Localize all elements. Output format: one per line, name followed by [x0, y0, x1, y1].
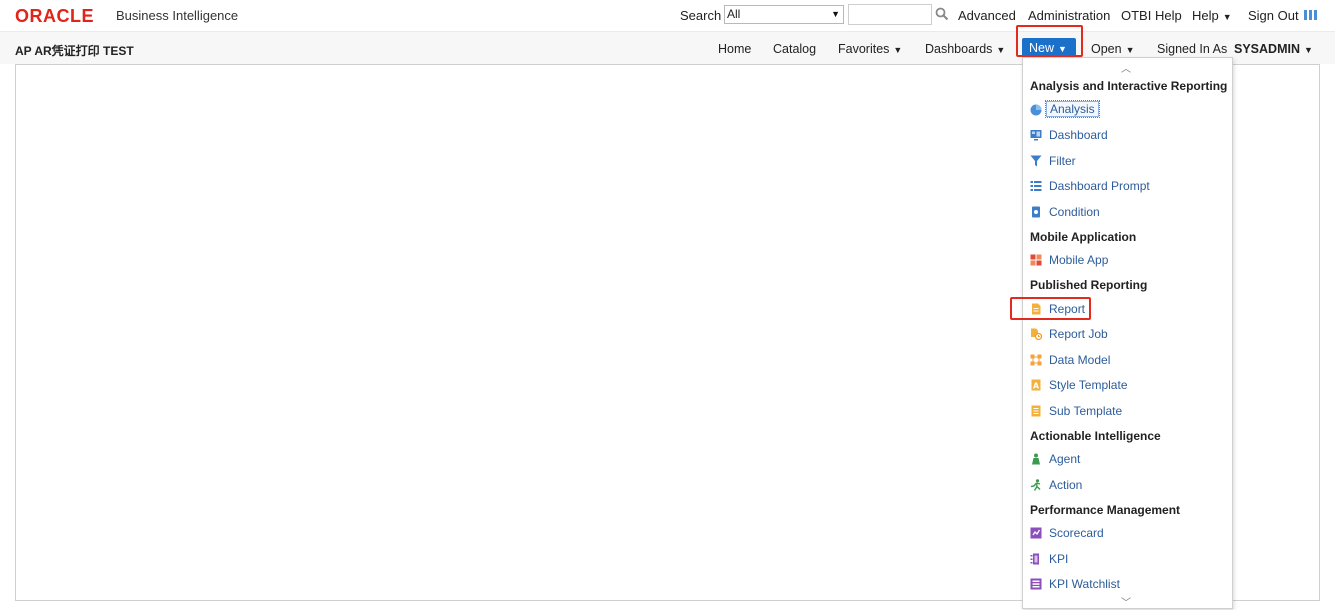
- menu-item-label: Analysis: [1045, 100, 1100, 118]
- new-dropdown-menu: ︿ Analysis and Interactive Reporting Ana…: [1022, 57, 1233, 609]
- menu-item-label: Report Job: [1049, 327, 1108, 341]
- search-input[interactable]: [848, 4, 932, 25]
- search-label: Search: [680, 8, 722, 23]
- user-menu[interactable]: SYSADMIN ▼: [1234, 42, 1313, 56]
- menu-item-label: Mobile App: [1049, 253, 1109, 267]
- scroll-up-icon[interactable]: ︿: [1121, 60, 1131, 75]
- section-mobile: Mobile Application: [1030, 230, 1137, 244]
- search-scope-value: All: [727, 7, 741, 21]
- open-label: Open: [1091, 42, 1122, 56]
- user-name: SYSADMIN: [1234, 42, 1300, 56]
- menu-item-label: Sub Template: [1049, 404, 1123, 418]
- advanced-link[interactable]: Advanced: [958, 8, 1016, 23]
- kpi-watchlist-icon: [1030, 578, 1042, 590]
- catalog-link[interactable]: Catalog: [773, 42, 816, 56]
- dashboard-icon: [1030, 130, 1042, 141]
- menu-item-label: Dashboard: [1049, 128, 1108, 142]
- favorites-label: Favorites: [838, 42, 890, 56]
- menu-item-label: Agent: [1049, 452, 1081, 466]
- new-button-highlight: [1016, 25, 1083, 57]
- style-template-icon: A: [1031, 379, 1041, 391]
- oracle-logo[interactable]: ORACLE: [15, 6, 94, 27]
- sign-out-link[interactable]: Sign Out: [1248, 8, 1299, 23]
- caret-down-icon: ▼: [1303, 45, 1313, 55]
- page-title: AP AR凭证打印 TEST: [15, 44, 134, 58]
- data-model-icon: [1030, 354, 1042, 366]
- menu-item-label: KPI: [1049, 552, 1069, 566]
- menu-item-label: Scorecard: [1049, 526, 1104, 540]
- global-header: ORACLE Business Intelligence Search All …: [0, 0, 1335, 31]
- search-icon[interactable]: [935, 7, 949, 21]
- agent-icon: [1032, 453, 1040, 465]
- section-performance-management: Performance Management: [1030, 503, 1181, 517]
- section-actionable-intelligence: Actionable Intelligence: [1030, 429, 1161, 443]
- search-scope-select[interactable]: All ▼: [724, 5, 844, 24]
- chevron-down-icon: ▼: [831, 9, 840, 19]
- otbi-help-link[interactable]: OTBI Help: [1121, 8, 1182, 23]
- caret-down-icon: ▼: [1125, 45, 1135, 55]
- dashboards-menu[interactable]: Dashboards ▼: [925, 42, 1005, 56]
- kpi-icon: [1030, 553, 1039, 565]
- filter-icon: [1030, 155, 1042, 167]
- report-job-icon: [1031, 328, 1042, 340]
- help-label: Help: [1192, 8, 1219, 23]
- scroll-down-icon[interactable]: ﹀: [1121, 594, 1131, 609]
- svg-text:A: A: [1033, 382, 1040, 391]
- signed-in-label: Signed In As: [1157, 42, 1228, 56]
- mobile-app-icon: [1030, 254, 1042, 266]
- help-menu[interactable]: Help ▼: [1192, 8, 1232, 23]
- section-published-reporting: Published Reporting: [1030, 278, 1148, 292]
- menu-item-label: Action: [1049, 478, 1083, 492]
- product-name: Business Intelligence: [116, 8, 239, 23]
- caret-down-icon: ▼: [996, 45, 1006, 55]
- menu-item-label: Dashboard Prompt: [1049, 179, 1150, 193]
- apps-menu-icon[interactable]: [1304, 10, 1320, 20]
- menu-item-label: KPI Watchlist: [1049, 577, 1120, 591]
- dashboards-label: Dashboards: [925, 42, 993, 56]
- favorites-menu[interactable]: Favorites ▼: [838, 42, 902, 56]
- menu-item-label: Data Model: [1049, 353, 1111, 367]
- sub-template-icon: [1031, 405, 1041, 417]
- dashboard-prompt-icon: [1030, 181, 1042, 191]
- scorecard-icon: [1030, 527, 1042, 539]
- caret-down-icon: ▼: [893, 45, 903, 55]
- analysis-icon: [1030, 104, 1042, 116]
- action-icon: [1030, 479, 1041, 491]
- section-analysis: Analysis and Interactive Reporting: [1030, 79, 1228, 93]
- menu-item-label: Style Template: [1049, 378, 1128, 392]
- condition-icon: [1032, 206, 1040, 218]
- open-menu[interactable]: Open ▼: [1091, 42, 1135, 56]
- report-item-highlight: [1010, 297, 1091, 320]
- administration-link[interactable]: Administration: [1028, 8, 1110, 23]
- menu-item-label: Condition: [1049, 205, 1100, 219]
- home-link[interactable]: Home: [718, 42, 751, 56]
- menu-item-label: Filter: [1049, 154, 1076, 168]
- caret-down-icon: ▼: [1222, 12, 1232, 22]
